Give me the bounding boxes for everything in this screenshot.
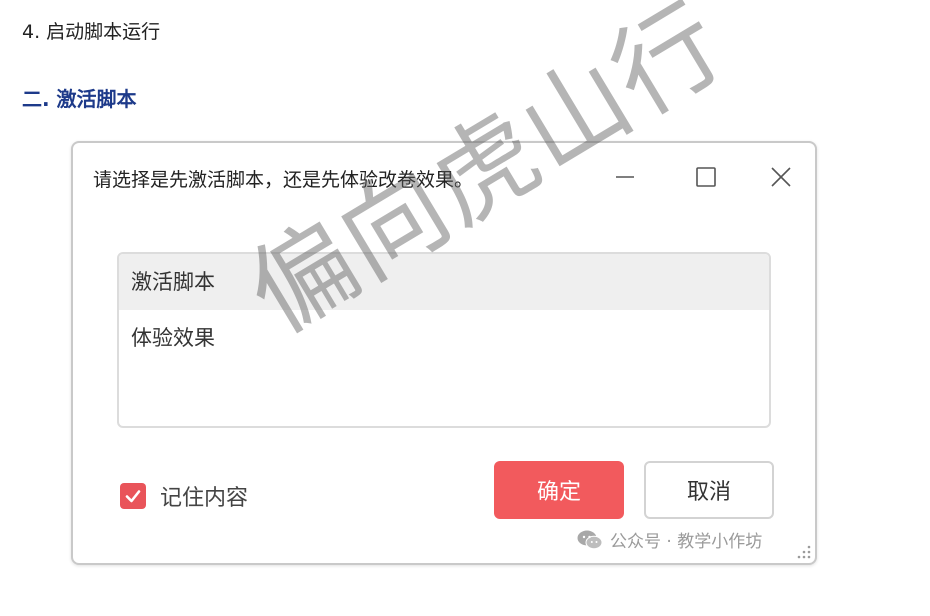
- step-text: 4. 启动脚本运行: [22, 21, 161, 43]
- remember-label: 记住内容: [160, 486, 249, 511]
- confirm-button[interactable]: 确定: [494, 461, 624, 519]
- minimize-button[interactable]: [607, 161, 643, 193]
- option-list: 激活脚本 体验效果: [117, 252, 771, 428]
- close-button[interactable]: [763, 161, 799, 193]
- resize-grip-icon[interactable]: [793, 541, 813, 561]
- minimize-icon: [616, 176, 634, 178]
- wechat-icon: [577, 530, 603, 549]
- choice-dialog: 请选择是先激活脚本，还是先体验改卷效果。 激活脚本 体验效果 记住内容 确定 取…: [71, 141, 817, 565]
- source-label: 公众号 · 教学小作坊: [610, 532, 763, 552]
- maximize-icon: [696, 167, 716, 187]
- remember-option[interactable]: 记住内容: [120, 480, 248, 512]
- source-watermark: 公众号 · 教学小作坊: [576, 527, 762, 552]
- checkmark-icon: [125, 490, 141, 503]
- maximize-button[interactable]: [688, 161, 724, 193]
- section-heading: 二. 激活脚本: [22, 87, 137, 111]
- cancel-button[interactable]: 取消: [644, 461, 774, 519]
- close-icon: [771, 167, 791, 187]
- list-item-trial[interactable]: 体验效果: [119, 310, 769, 366]
- list-item-activate[interactable]: 激活脚本: [119, 254, 769, 310]
- remember-checkbox[interactable]: [120, 483, 146, 509]
- dialog-title: 请选择是先激活脚本，还是先体验改卷效果。: [93, 169, 474, 191]
